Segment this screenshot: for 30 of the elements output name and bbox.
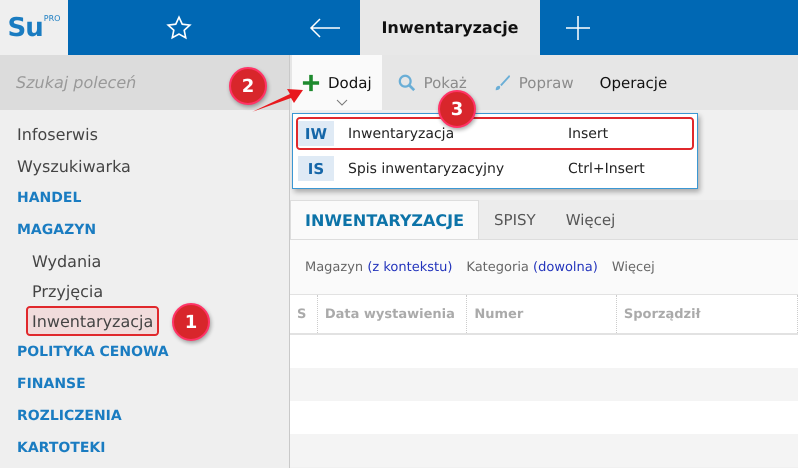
back-arrow-icon[interactable]	[309, 18, 341, 38]
caret-icon	[336, 99, 348, 106]
sidebar-item[interactable]: Wyszukiwarka	[11, 150, 137, 182]
plus-icon	[302, 74, 320, 92]
menu-item[interactable]: IS Spis inwentaryzacyjny Ctrl+Insert	[296, 152, 694, 185]
brush-icon	[492, 74, 511, 92]
sidebar-item[interactable]: Przyjęcia	[26, 276, 110, 306]
view-tab[interactable]: INWENTARYZACJE	[290, 200, 480, 239]
sidebar-section[interactable]: HANDEL	[11, 182, 88, 214]
sidebar-item[interactable]: Infoserwis	[11, 118, 104, 150]
star-icon[interactable]	[166, 14, 192, 40]
search-icon	[398, 74, 416, 92]
plus-icon[interactable]	[565, 14, 591, 40]
toolbar-button[interactable]: Operacje	[590, 55, 678, 110]
sidebar-section[interactable]: FINANSE	[11, 368, 92, 400]
view-tab[interactable]: SPISY	[479, 200, 551, 239]
menu-item[interactable]: IW Inwentaryzacja Insert	[296, 117, 694, 150]
sidebar-item[interactable]: Wydania	[26, 246, 108, 276]
view-tab[interactable]: Więcej	[550, 200, 630, 239]
sidebar-section[interactable]: ROZLICZENIA	[11, 400, 128, 432]
sidebar-section[interactable]: KARTOTEKI	[11, 432, 112, 464]
toolbar-button[interactable]: Dodaj	[292, 55, 382, 110]
search-field[interactable]: Szukaj poleceń	[16, 73, 216, 92]
sidebar-section[interactable]: MAGAZYN	[11, 214, 102, 246]
filter-link[interactable]: Magazyn (z kontekstu)	[305, 260, 452, 274]
sidebar-item[interactable]: Inwentaryzacja	[26, 306, 160, 336]
filter-link[interactable]: Więcej	[612, 260, 655, 274]
document-tab[interactable]: Inwentaryzacje	[360, 0, 540, 55]
sidebar-section[interactable]: POLITYKA CENOWA	[11, 336, 175, 368]
filter-link[interactable]: Kategoria (dowolna)	[466, 260, 598, 274]
